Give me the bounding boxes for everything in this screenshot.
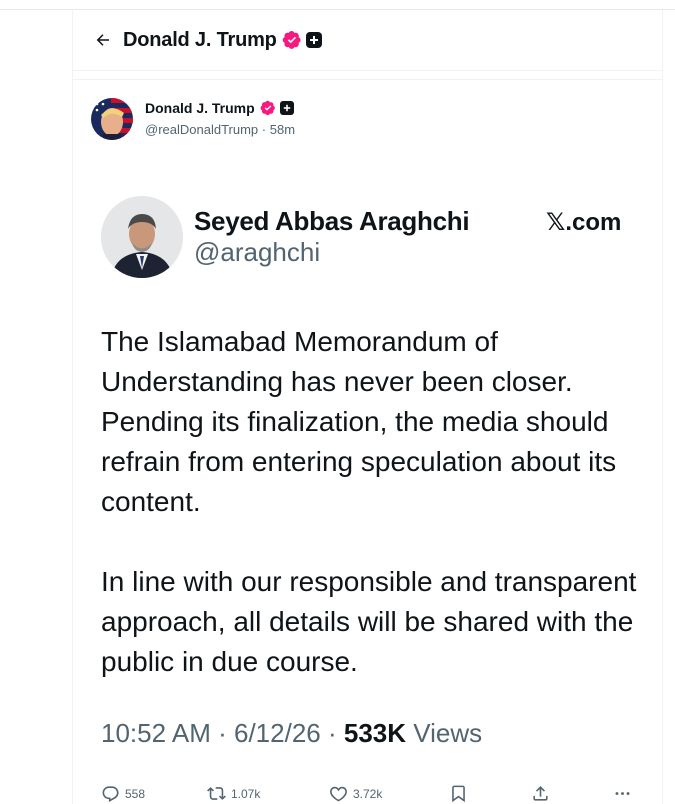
affiliate-badge-icon bbox=[305, 32, 322, 48]
more-icon bbox=[613, 784, 632, 803]
quoted-handle: @araghchi bbox=[194, 237, 321, 267]
header-divider bbox=[73, 70, 662, 71]
reply-icon bbox=[101, 784, 120, 803]
meta-separator: · bbox=[261, 122, 267, 137]
bookmark-icon bbox=[449, 784, 468, 803]
quoted-paragraph: The Islamabad Memorandum of Understandin… bbox=[101, 326, 617, 517]
share-button[interactable] bbox=[531, 784, 550, 803]
reply-button[interactable]: 558 bbox=[101, 784, 145, 803]
quoted-name: Seyed Abbas Araghchi bbox=[194, 206, 470, 236]
repost-button[interactable]: 1.07k bbox=[207, 784, 260, 803]
quoted-paragraph: In line with our responsible and transpa… bbox=[101, 566, 637, 677]
share-icon bbox=[531, 784, 550, 803]
quoted-date: 6/12/26 bbox=[234, 718, 321, 748]
post-time[interactable]: 58m bbox=[270, 122, 295, 137]
quoted-time: 10:52 AM bbox=[101, 718, 211, 748]
quoted-body: The Islamabad Memorandum of Understandin… bbox=[101, 322, 651, 682]
quoted-meta: 10:52 AM · 6/12/26 · 533K Views bbox=[101, 718, 482, 749]
meta-separator: · bbox=[218, 718, 227, 748]
header-divider-2 bbox=[73, 79, 662, 80]
quoted-author: Seyed Abbas Araghchi @araghchi bbox=[101, 196, 470, 278]
like-button[interactable]: 3.72k bbox=[329, 784, 382, 803]
back-arrow-icon[interactable] bbox=[93, 30, 113, 50]
quoted-avatar bbox=[101, 196, 183, 278]
repost-count: 1.07k bbox=[231, 786, 261, 801]
action-bar: 558 1.07k 3.72k bbox=[101, 784, 641, 804]
views-count: 533K bbox=[343, 718, 407, 748]
repost-icon bbox=[207, 784, 226, 803]
like-count: 3.72k bbox=[353, 786, 383, 801]
more-options-button[interactable] bbox=[613, 784, 632, 803]
post-author: Donald J. Trump @realDonaldTrump · 58m bbox=[91, 98, 295, 140]
verified-badge-icon bbox=[260, 100, 276, 116]
bookmark-button[interactable] bbox=[449, 784, 468, 803]
affiliate-badge-icon bbox=[279, 101, 294, 115]
page-title: Donald J. Trump bbox=[123, 28, 277, 51]
page-header: Donald J. Trump bbox=[73, 10, 662, 70]
site-label: 𝕏.com bbox=[546, 209, 622, 236]
author-handle[interactable]: @realDonaldTrump bbox=[145, 122, 258, 137]
heart-icon bbox=[329, 784, 348, 803]
views-label: Views bbox=[413, 718, 483, 748]
avatar[interactable] bbox=[91, 98, 133, 140]
reply-count: 558 bbox=[125, 786, 146, 801]
verified-badge-icon bbox=[282, 30, 302, 50]
author-name[interactable]: Donald J. Trump bbox=[145, 100, 255, 116]
post-column: Donald J. Trump Donald J. Trump @realDon… bbox=[72, 10, 663, 804]
meta-separator: · bbox=[327, 718, 337, 748]
